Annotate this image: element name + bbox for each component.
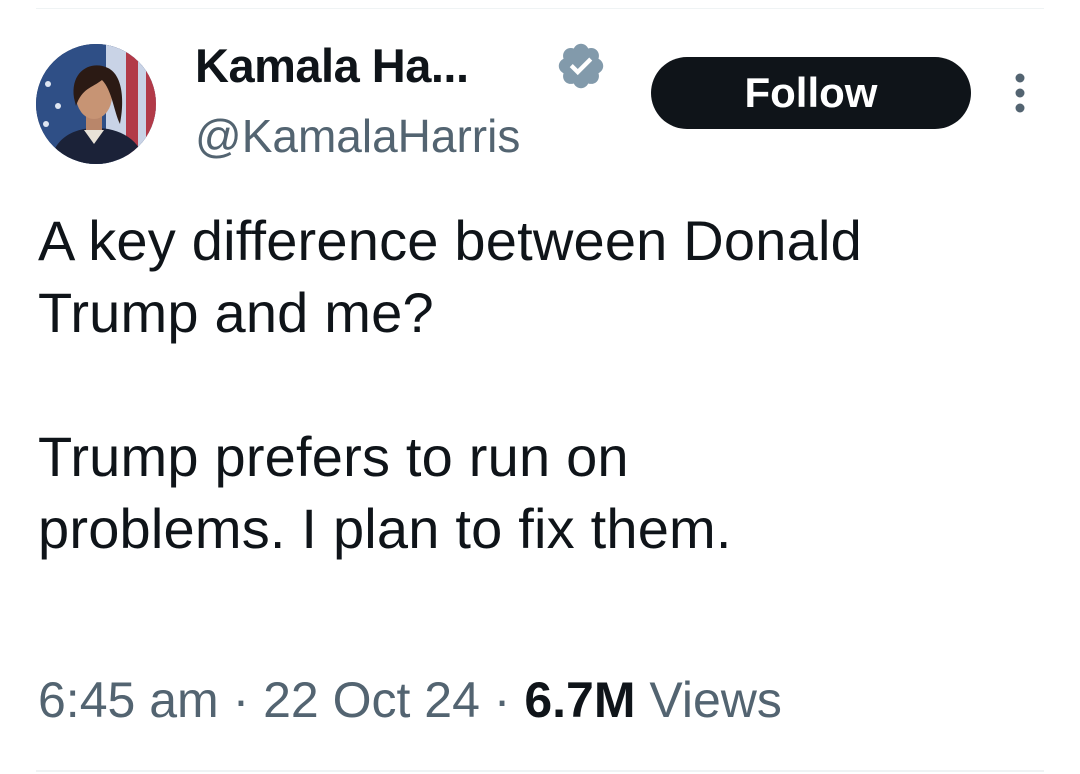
more-vertical-icon[interactable]	[1006, 70, 1034, 116]
tweet-time[interactable]: 6:45 am	[38, 672, 219, 728]
views-count: 6.7M	[524, 672, 636, 728]
avatar[interactable]	[36, 44, 156, 164]
follow-button[interactable]: Follow	[651, 57, 971, 129]
avatar-image	[36, 44, 156, 164]
handle[interactable]: @KamalaHarris	[195, 108, 520, 164]
display-name[interactable]: Kamala Ha...	[195, 38, 469, 94]
top-divider	[36, 8, 1044, 9]
tweet-text: A key difference between Donald Trump an…	[38, 209, 862, 560]
meta-separator: ·	[479, 672, 525, 728]
tweet-date[interactable]: 22 Oct 24	[263, 672, 480, 728]
tweet-meta: 6:45 am · 22 Oct 24 · 6.7M Views	[38, 670, 782, 730]
verified-badge-icon	[558, 43, 604, 89]
bottom-divider	[36, 770, 1044, 772]
views-label: Views	[649, 672, 782, 728]
meta-separator: ·	[218, 672, 264, 728]
